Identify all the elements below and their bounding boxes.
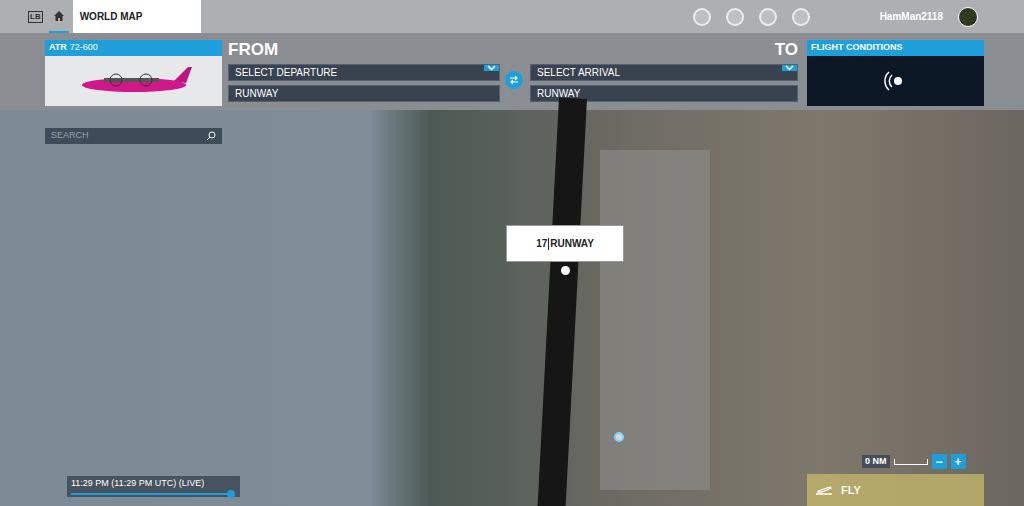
notifications-icon[interactable] (792, 8, 810, 26)
to-section: TOSELECT ARRIVALRUNWAY (530, 40, 798, 102)
username: HamMan2118 (880, 9, 943, 24)
aircraft-position-pin (561, 266, 570, 275)
time-slider[interactable] (71, 493, 231, 495)
flight-conditions-card[interactable]: FLIGHT CONDITIONS (807, 40, 984, 106)
top-bar: LB WORLD MAP HamMan2118 (0, 0, 1024, 33)
friends-icon[interactable] (726, 8, 744, 26)
flight-plan-bar: ATR72-600 FROM SELECT DEPARTURE RUNWAY TO SEL… (0, 33, 1024, 110)
home-icon (53, 10, 65, 22)
airplane-takeoff-icon (815, 484, 833, 496)
swap-icon (509, 75, 519, 85)
search-field[interactable]: SEARCH (45, 128, 222, 144)
airplane-icon (74, 61, 194, 101)
aircraft-card[interactable]: ATR72-600 (45, 40, 222, 106)
map-scale: 0 NM−+ (862, 454, 966, 469)
avatar-icon[interactable] (958, 7, 978, 27)
time-text: 11:29 PM (11:29 PM UTC) (LIVE) (71, 478, 236, 489)
world-map-tab[interactable]: WORLD MAP (73, 0, 201, 33)
dropdown-chevron-icon[interactable] (484, 65, 499, 71)
departure-runway[interactable]: RUNWAY (228, 85, 500, 102)
swap-button[interactable] (505, 71, 523, 89)
zoom-in-button[interactable]: + (951, 454, 966, 469)
to-label: TO (530, 40, 798, 60)
world-map-screen: LB WORLD MAP HamMan2118 ATR72-600 FROM SELECT… (0, 0, 1024, 506)
from-section: FROM SELECT DEPARTURE RUNWAY (228, 40, 500, 102)
search-icon (206, 131, 216, 141)
dropdown-chevron-icon[interactable] (782, 65, 797, 71)
activity-icon[interactable] (693, 8, 711, 26)
fly-button: FLY (807, 474, 984, 506)
from-label: FROM (228, 40, 500, 60)
live-weather-icon (884, 69, 908, 93)
time-panel[interactable]: 11:29 PM (11:29 PM UTC) (LIVE) (67, 476, 240, 497)
profile-icon[interactable] (759, 8, 777, 26)
runway-label: 17RUNWAY (506, 225, 624, 262)
world-map[interactable]: SEARCH 17RUNWAY 11:29 PM (11:29 PM UTC) (L… (0, 110, 1024, 506)
departure-select[interactable]: SELECT DEPARTURE (228, 64, 500, 81)
runway[interactable] (537, 98, 587, 506)
home-tab[interactable] (49, 0, 69, 33)
aircraft-name: ATR72-600 (45, 40, 222, 56)
parking-pin[interactable] (614, 432, 624, 442)
lb-button[interactable]: LB (28, 11, 43, 23)
zoom-out-button[interactable]: − (932, 454, 947, 469)
arrival-select[interactable]: SELECT ARRIVAL (530, 64, 798, 81)
aircraft-image (45, 56, 222, 106)
